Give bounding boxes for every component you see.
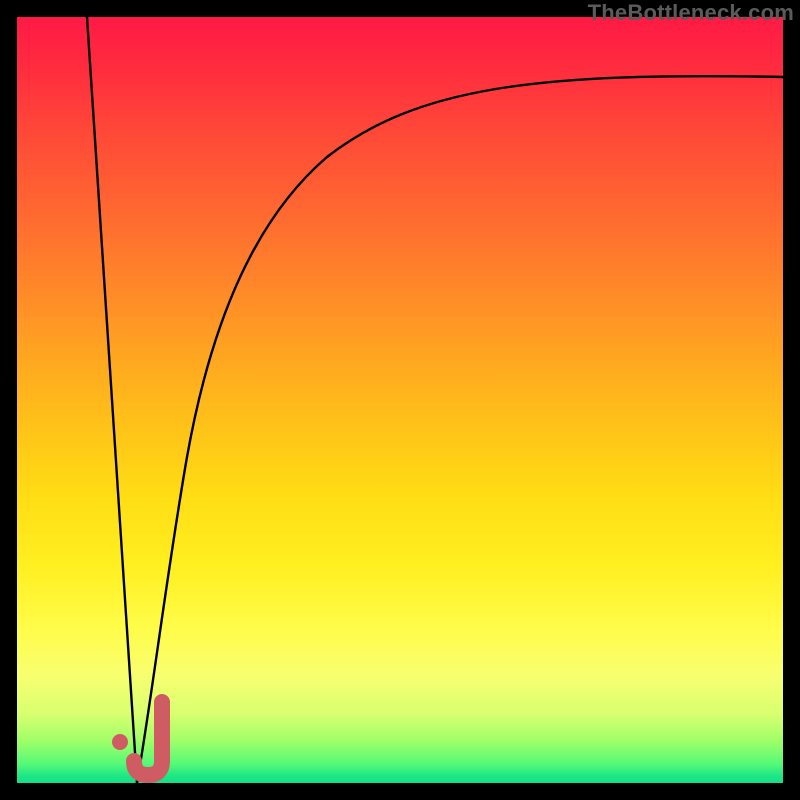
curves-layer — [17, 17, 783, 783]
curve-right-branch — [137, 76, 783, 783]
plot-area — [17, 17, 783, 783]
chart-frame: TheBottleneck.com — [0, 0, 800, 800]
optimal-marker-dot — [112, 734, 128, 750]
curve-left-branch — [87, 17, 137, 783]
watermark-text: TheBottleneck.com — [588, 0, 794, 26]
